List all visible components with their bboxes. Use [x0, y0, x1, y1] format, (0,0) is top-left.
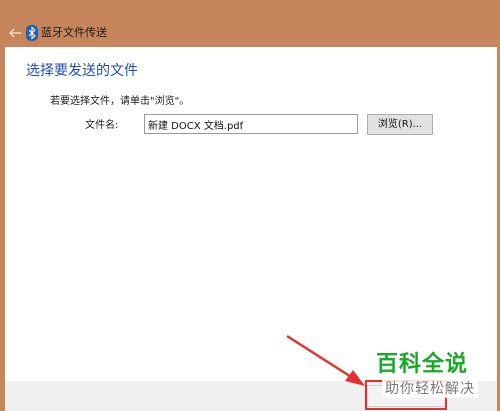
- title-bar: 蓝牙文件传送: [5, 19, 497, 47]
- back-arrow-icon[interactable]: [7, 25, 23, 41]
- bluetooth-icon: [26, 25, 38, 41]
- file-name-input[interactable]: [144, 114, 358, 134]
- file-name-label: 文件名:: [85, 120, 119, 131]
- window-title: 蓝牙文件传送: [41, 26, 107, 39]
- watermark-subtitle: 助你轻松解决: [382, 380, 478, 398]
- instruction-text: 若要选择文件，请单击"浏览"。: [50, 96, 190, 107]
- page-heading: 选择要发送的文件: [26, 63, 138, 79]
- browse-button[interactable]: 浏览(R)...: [367, 114, 433, 135]
- watermark-logo: 百科全说: [376, 352, 469, 377]
